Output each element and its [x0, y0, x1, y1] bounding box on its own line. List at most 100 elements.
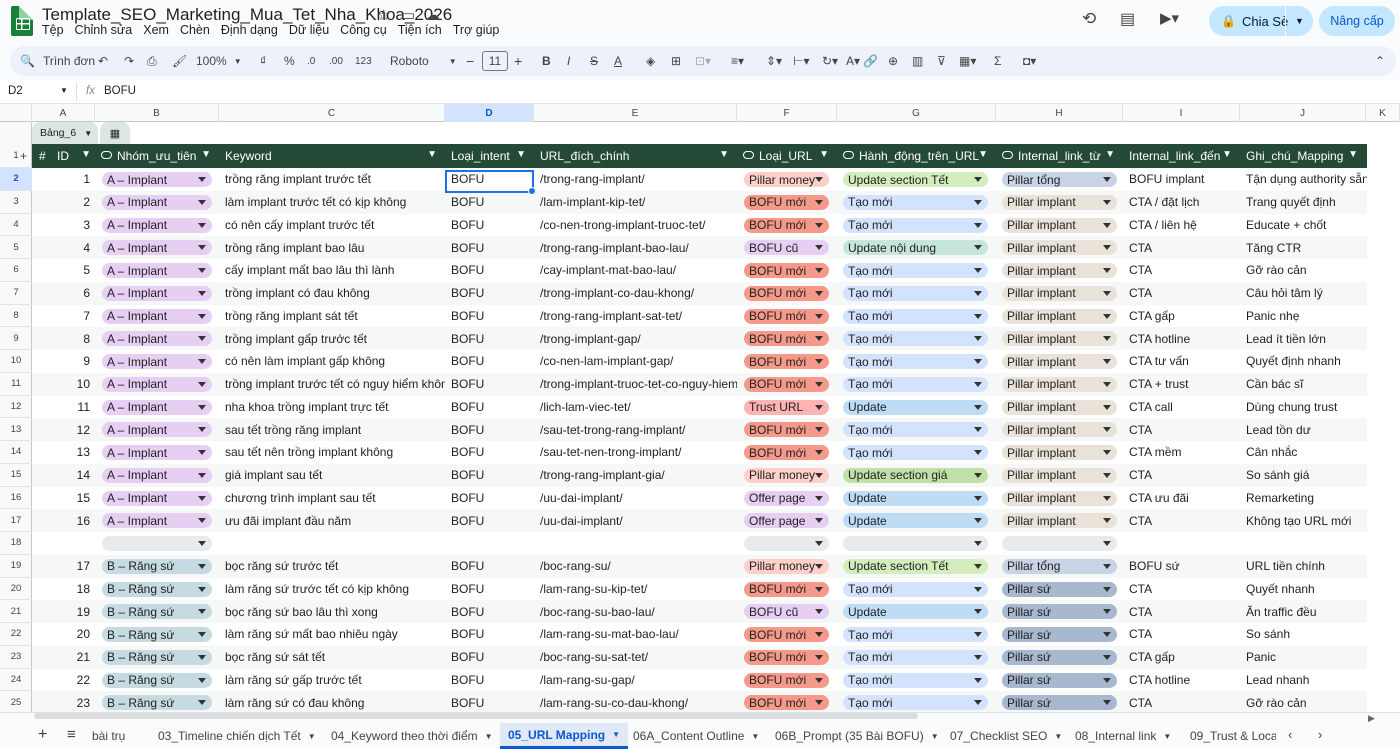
link-from-chip[interactable]: Pillar implant	[1002, 376, 1117, 392]
cell-intent[interactable]: BOFU	[451, 282, 531, 305]
cell-keyword[interactable]: trồng răng implant bao lâu	[225, 236, 445, 259]
cell-id[interactable]: 19	[32, 600, 90, 623]
sheet-tab-dropdown-icon[interactable]: ▼	[1054, 732, 1062, 741]
font-size-increase[interactable]: +	[514, 46, 522, 76]
cell-intent[interactable]: BOFU	[451, 600, 531, 623]
cell-id[interactable]: 10	[32, 373, 90, 396]
cell-intent[interactable]: BOFU	[451, 555, 531, 578]
column-header-a[interactable]: A	[32, 104, 95, 122]
table-name-chip[interactable]: Bảng_6 ▼	[32, 122, 98, 144]
cell-note[interactable]: Panic nhẹ	[1246, 305, 1367, 328]
print-icon[interactable]: ⎙	[147, 46, 157, 76]
row-header[interactable]: 5	[0, 236, 32, 259]
url-type-chip[interactable]: Pillar money	[744, 467, 829, 483]
cell-url[interactable]: /lich-lam-viec-tet/	[540, 396, 737, 419]
cell-intent[interactable]: BOFU	[451, 441, 531, 464]
menu-insert[interactable]: Chèn	[180, 23, 210, 37]
group-chip[interactable]: A – Implant	[102, 513, 212, 529]
cell-url[interactable]: /lam-rang-su-kip-tet/	[540, 578, 737, 601]
cell-intent[interactable]: BOFU	[451, 623, 531, 646]
cell-url[interactable]: /lam-implant-kip-tet/	[540, 191, 737, 214]
cell-intent[interactable]: BOFU	[451, 669, 531, 692]
sheet-tab-dropdown-icon[interactable]: ▼	[751, 732, 759, 741]
url-type-chip[interactable]: BOFU mới	[744, 422, 829, 438]
url-type-chip[interactable]: BOFU mới	[744, 445, 829, 460]
cell-link-to[interactable]: CTA hotline	[1129, 327, 1239, 350]
comment-icon[interactable]: ▤	[1120, 9, 1135, 29]
group-chip[interactable]: A – Implant	[102, 354, 212, 369]
column-header-c[interactable]: C	[219, 104, 445, 122]
cell-link-to[interactable]: CTA	[1129, 600, 1239, 623]
url-type-chip[interactable]: Offer page	[744, 513, 829, 529]
table-view-icon[interactable]: ▦	[100, 122, 130, 144]
name-box[interactable]: D2	[8, 85, 23, 97]
row-header[interactable]: 4	[0, 214, 32, 237]
group-chip[interactable]	[102, 536, 212, 551]
cell-url[interactable]: /trong-rang-implant-bao-lau/	[540, 236, 737, 259]
url-type-chip[interactable]	[744, 536, 829, 551]
undo-icon[interactable]: ↶	[98, 46, 108, 76]
cell-intent[interactable]: BOFU	[451, 305, 531, 328]
row-header[interactable]: 18	[0, 532, 32, 555]
group-chip[interactable]: A – Implant	[102, 445, 212, 460]
action-chip[interactable]: Tạo mới	[843, 308, 988, 324]
header-nh-m-u-ti-n[interactable]: Nhóm_ưu_tiên ▼	[101, 144, 217, 168]
currency-format[interactable]: ₫	[260, 46, 266, 76]
cell-url[interactable]: /trong-implant-co-dau-khong/	[540, 282, 737, 305]
column-header-f[interactable]: F	[737, 104, 837, 122]
cell-note[interactable]: Không tạo URL mới	[1246, 509, 1367, 532]
decrease-decimal[interactable]: .0	[307, 46, 315, 76]
cell-link-to[interactable]	[1129, 532, 1239, 555]
percent-format[interactable]: %	[284, 46, 295, 76]
link-from-chip[interactable]: Pillar implant	[1002, 285, 1117, 301]
cell-id[interactable]: 20	[32, 623, 90, 646]
link-from-chip[interactable]: Pillar tổng	[1002, 172, 1117, 187]
cell-link-to[interactable]: CTA mềm	[1129, 441, 1239, 464]
column-header-d[interactable]: D	[445, 104, 534, 122]
sheet-tab-dropdown-icon[interactable]: ▼	[485, 732, 493, 741]
cell-link-to[interactable]: CTA gấp	[1129, 305, 1239, 328]
functions-icon[interactable]: Σ	[994, 46, 1001, 76]
link-from-chip[interactable]: Pillar sứ	[1002, 649, 1117, 665]
cell-keyword[interactable]: trồng implant gấp trước tết	[225, 327, 445, 350]
cell-note[interactable]: Cần bác sĩ	[1246, 373, 1367, 396]
action-chip[interactable]: Update section Tết	[843, 172, 988, 187]
cell-link-to[interactable]: CTA	[1129, 282, 1239, 305]
cell-note[interactable]	[1246, 532, 1367, 555]
menu-edit[interactable]: Chỉnh sửa	[75, 23, 133, 37]
history-icon[interactable]: ⟲	[1082, 9, 1096, 29]
cell-note[interactable]: URL tiền chính	[1246, 555, 1367, 578]
group-chip[interactable]: A – Implant	[102, 172, 212, 187]
header-dropdown-icon[interactable]: ▼	[201, 149, 211, 160]
row-header[interactable]: 6	[0, 259, 32, 282]
sheet-tab-dropdown-icon[interactable]: ▼	[931, 732, 939, 741]
cell-id[interactable]: 16	[32, 509, 90, 532]
cell-id[interactable]	[32, 532, 90, 555]
next-sheet-icon[interactable]: ›	[1318, 727, 1322, 742]
select-all-corner[interactable]	[0, 104, 32, 122]
menu-help[interactable]: Trợ giúp	[453, 23, 500, 37]
font-size-decrease[interactable]: −	[466, 46, 474, 76]
cell-url[interactable]: /co-nen-trong-implant-truoc-tet/	[540, 214, 737, 237]
cell-intent[interactable]: BOFU	[451, 418, 531, 441]
cell-keyword[interactable]: trồng răng implant sát tết	[225, 305, 445, 328]
add-row-icon[interactable]: +	[20, 149, 27, 163]
group-chip[interactable]: A – Implant	[102, 467, 212, 483]
cell-link-to[interactable]: CTA / liên hệ	[1129, 214, 1239, 237]
cell-url[interactable]	[540, 532, 737, 555]
vertical-align-icon[interactable]: ⇕▾	[766, 46, 782, 76]
cell-note[interactable]: Cân nhắc	[1246, 441, 1367, 464]
action-chip[interactable]: Tạo mới	[843, 217, 988, 233]
cell-keyword[interactable]: cấy implant mất bao lâu thì lành	[225, 259, 445, 282]
action-chip[interactable]: Tạo mới	[843, 581, 988, 597]
cell-id[interactable]: 15	[32, 487, 90, 510]
row-header[interactable]: 17	[0, 509, 32, 532]
insert-chart-icon[interactable]: ▥	[912, 46, 923, 76]
cell-keyword[interactable]	[225, 532, 445, 555]
cell-link-to[interactable]: CTA gấp	[1129, 646, 1239, 669]
url-type-chip[interactable]: BOFU cũ	[744, 604, 829, 620]
header-url-ch-ch-nh[interactable]: URL_đích_chính ▼	[540, 144, 735, 168]
cell-url[interactable]: /cay-implant-mat-bao-lau/	[540, 259, 737, 282]
cell-intent[interactable]: BOFU	[451, 464, 531, 487]
name-box-dropdown-icon[interactable]: ▼	[60, 86, 68, 95]
